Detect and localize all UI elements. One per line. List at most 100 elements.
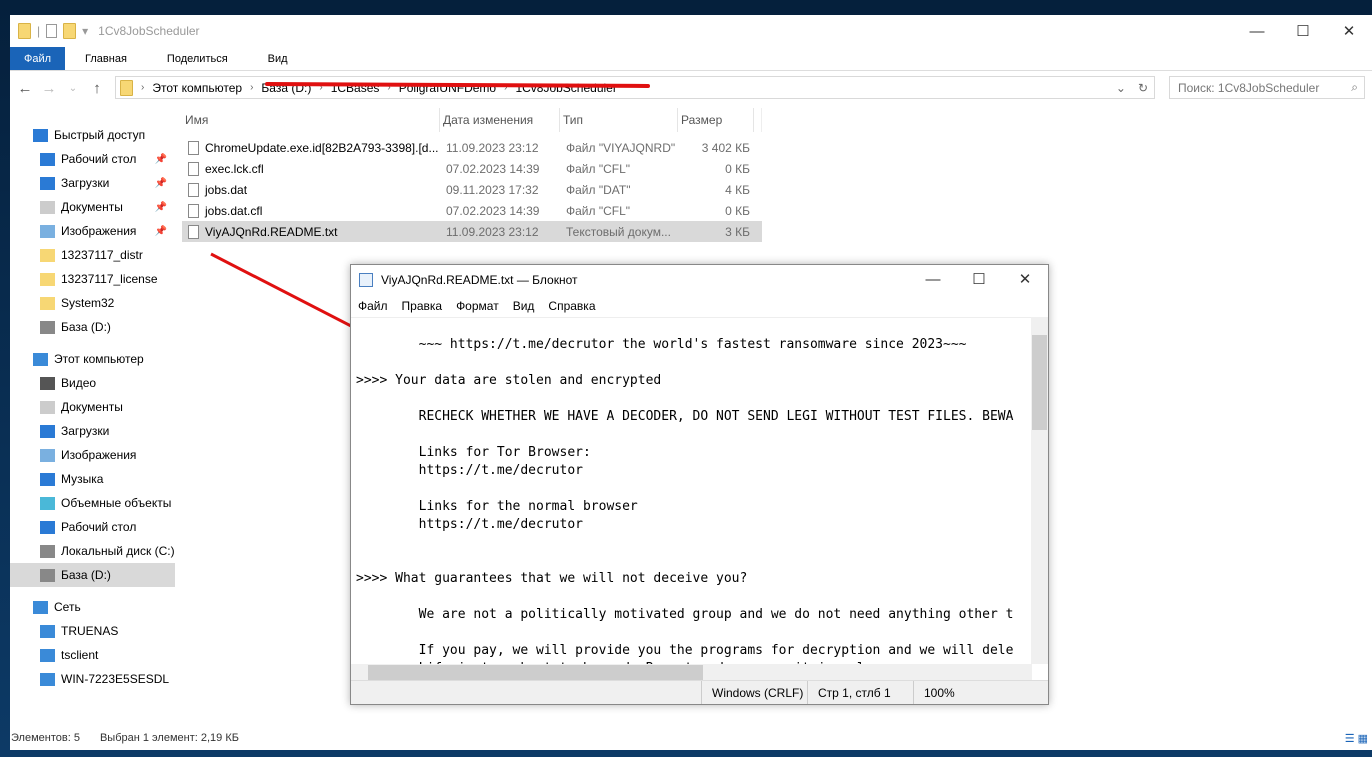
sidebar-item[interactable]: Изображения [10, 443, 175, 467]
up-icon[interactable]: ↑ [88, 80, 106, 97]
file-date: 07.02.2023 14:39 [446, 203, 540, 218]
sidebar-item-label: Рабочий стол [61, 520, 137, 534]
file-row[interactable]: jobs.dat 09.11.2023 17:32 Файл "DAT" 4 КБ [182, 179, 762, 200]
sidebar-item[interactable]: Рабочий стол 📌 [10, 147, 175, 171]
maximize-button[interactable]: ☐ [956, 264, 1002, 294]
sidebar-item-label: TRUENAS [61, 624, 119, 638]
file-size: 4 КБ [725, 182, 750, 197]
properties-icon[interactable] [46, 24, 58, 38]
sidebar-item[interactable]: Быстрый доступ [10, 123, 175, 147]
sidebar-item[interactable]: Этот компьютер [10, 347, 175, 371]
scroll-thumb[interactable] [368, 665, 703, 680]
sidebar-item[interactable]: tsclient [10, 643, 175, 667]
file-type: Файл "CFL" [566, 161, 631, 176]
breadcrumb-item[interactable]: Этот компьютер [152, 81, 242, 95]
file-type: Файл "DAT" [566, 182, 631, 197]
sidebar-item[interactable]: Объемные объекты [10, 491, 175, 515]
menu-view[interactable]: Вид [513, 299, 535, 313]
tab-share[interactable]: Поделиться [147, 47, 248, 70]
file-row[interactable]: jobs.dat.cfl 07.02.2023 14:39 Файл "CFL" 0 … [182, 200, 762, 221]
file-size: 3 402 КБ [701, 140, 750, 155]
details-view-icon[interactable]: ☰ ▦ [1345, 732, 1368, 745]
column-type[interactable]: Тип [560, 108, 678, 132]
file-icon [188, 203, 199, 218]
sidebar-item[interactable]: Видео [10, 371, 175, 395]
back-icon[interactable]: ← [16, 80, 34, 97]
scroll-thumb[interactable] [1032, 335, 1047, 430]
sidebar-item-label: Этот компьютер [54, 352, 144, 366]
customize-toolbar-icon[interactable]: ▾ [82, 24, 88, 38]
desktop-icon [40, 520, 55, 534]
sidebar-item[interactable]: Изображения 📌 [10, 219, 175, 243]
sidebar-item[interactable]: Локальный диск (C:) [10, 539, 175, 563]
recent-locations-icon[interactable]: ⌄ [64, 83, 82, 94]
notepad-window: ViyAJQnRd.README.txt — Блокнот — ☐ ✕ Фай… [350, 264, 1049, 705]
pin-icon[interactable]: 📌 [155, 178, 167, 189]
new-folder-icon[interactable] [63, 23, 77, 39]
file-icon [188, 140, 199, 155]
sidebar-item[interactable]: Загрузки 📌 [10, 171, 175, 195]
sidebar-item[interactable]: 13237117_distr [10, 243, 175, 267]
tab-view[interactable]: Вид [248, 47, 308, 70]
notepad-text-area[interactable]: ~~~ https://t.me/decrutor the world's fa… [351, 317, 1032, 664]
sidebar-item-label: System32 [61, 296, 115, 310]
sidebar-item[interactable]: WIN-7223E5SESDL [10, 667, 175, 691]
sidebar-item[interactable]: Рабочий стол [10, 515, 175, 539]
close-button[interactable]: ✕ [1002, 264, 1048, 294]
file-size: 3 КБ [725, 224, 750, 239]
documents-icon [40, 400, 55, 414]
file-icon [188, 224, 199, 239]
minimize-button[interactable]: — [1234, 15, 1280, 47]
file-type: Текстовый докум... [566, 224, 671, 239]
sidebar-item-label: Загрузки [61, 176, 110, 190]
tab-file[interactable]: Файл [10, 47, 66, 70]
refresh-icon[interactable]: ↻ [1138, 81, 1148, 95]
menu-file[interactable]: Файл [358, 299, 388, 313]
sidebar-item[interactable]: TRUENAS [10, 619, 175, 643]
forward-icon[interactable]: → [40, 80, 58, 97]
sidebar-item-label: База (D:) [61, 320, 111, 334]
sidebar-item[interactable]: System32 [10, 291, 175, 315]
address-dropdown-icon[interactable]: ⌄ [1116, 81, 1126, 95]
pin-icon[interactable]: 📌 [155, 154, 167, 165]
sidebar-item[interactable]: Документы [10, 395, 175, 419]
documents-icon [40, 200, 55, 214]
horizontal-scrollbar[interactable] [351, 664, 1032, 681]
menu-edit[interactable]: Правка [402, 299, 443, 313]
sidebar-item[interactable]: База (D:) [10, 563, 175, 587]
video-icon [40, 376, 55, 390]
sidebar-item-label: Сеть [54, 600, 81, 614]
item-count: Элементов: 5 [11, 732, 80, 744]
tab-home[interactable]: Главная [65, 47, 147, 70]
file-row[interactable]: ViyAJQnRd.README.txt 11.09.2023 23:12 Текс… [182, 221, 762, 242]
pin-icon[interactable]: 📌 [155, 226, 167, 237]
close-button[interactable]: ✕ [1326, 15, 1372, 47]
column-date[interactable]: Дата изменения [440, 108, 560, 132]
sidebar-item[interactable]: Документы 📌 [10, 195, 175, 219]
sidebar-item[interactable]: База (D:) [10, 315, 175, 339]
sidebar-item[interactable]: Загрузки [10, 419, 175, 443]
sidebar-item[interactable]: Музыка [10, 467, 175, 491]
sidebar-item-label: Быстрый доступ [54, 128, 146, 142]
menu-format[interactable]: Формат [456, 299, 499, 313]
file-type: Файл "VIYAJQNRD" [566, 140, 676, 155]
menu-help[interactable]: Справка [548, 299, 595, 313]
pin-icon[interactable]: 📌 [155, 202, 167, 213]
sidebar-item[interactable]: 13237117_license [10, 267, 175, 291]
column-name[interactable]: Имя [182, 108, 440, 132]
maximize-button[interactable]: ☐ [1280, 15, 1326, 47]
computer-icon [33, 352, 48, 366]
computer-icon [40, 672, 55, 686]
search-input[interactable]: Поиск: 1Cv8JobScheduler ⌕ [1169, 76, 1365, 99]
minimize-button[interactable]: — [910, 264, 956, 294]
vertical-scrollbar[interactable] [1031, 317, 1048, 664]
column-size[interactable]: Размер [678, 108, 754, 132]
sidebar-item-label: tsclient [61, 648, 99, 662]
download-icon [40, 424, 55, 438]
file-row[interactable]: exec.lck.cfl 07.02.2023 14:39 Файл "CFL" 0 … [182, 158, 762, 179]
sidebar-item[interactable]: Сеть [10, 595, 175, 619]
folder-icon [40, 248, 55, 262]
file-row[interactable]: ChromeUpdate.exe.id[82B2A793-3398].[d...… [182, 137, 762, 158]
sidebar-item-label: Видео [61, 376, 97, 390]
file-date: 11.09.2023 23:12 [446, 224, 539, 239]
